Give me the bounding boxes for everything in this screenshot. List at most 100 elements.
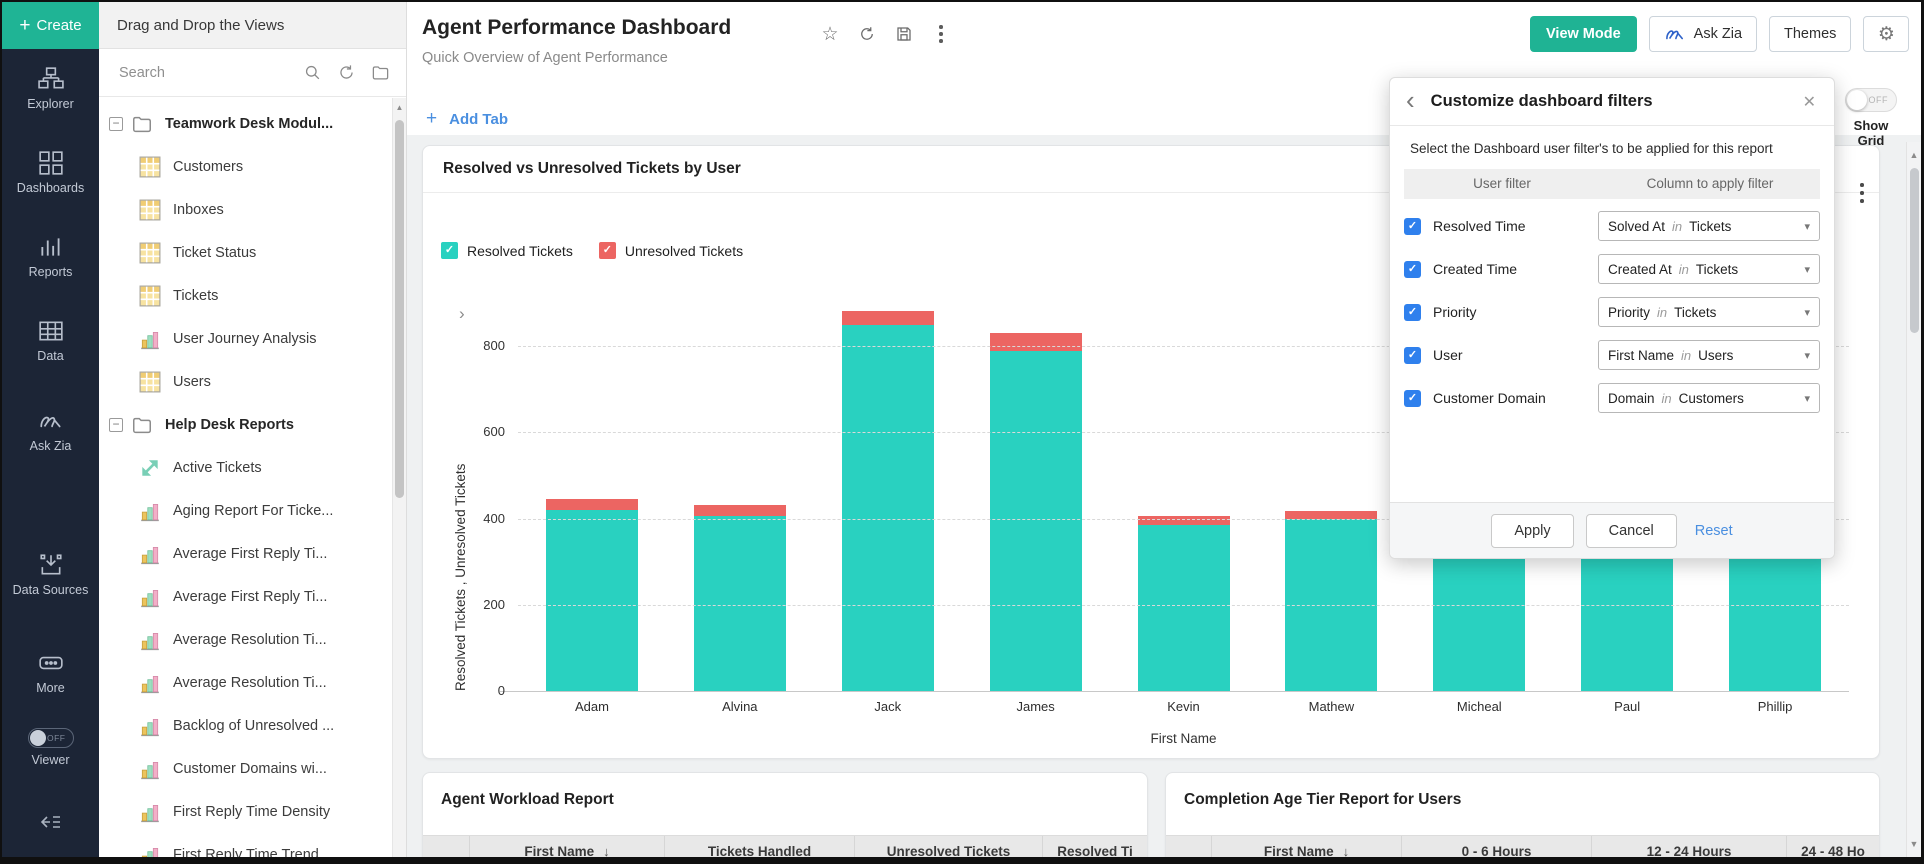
- bar-segment-unresolved[interactable]: [694, 505, 786, 516]
- bar-segment-resolved[interactable]: [546, 510, 638, 691]
- tree-item[interactable]: Tickets: [99, 274, 392, 317]
- bar-kevin[interactable]: [1138, 516, 1230, 691]
- bar-james[interactable]: [990, 333, 1082, 691]
- checkbox-checked[interactable]: ✓: [1404, 390, 1421, 407]
- search-input[interactable]: [117, 64, 288, 82]
- tree-item[interactable]: Active Tickets: [99, 446, 392, 489]
- legend-checkbox[interactable]: ✓: [441, 242, 458, 259]
- column-header-tickets-handled[interactable]: Tickets Handled: [665, 836, 855, 864]
- themes-button[interactable]: Themes: [1769, 16, 1851, 52]
- reset-link[interactable]: Reset: [1695, 523, 1733, 539]
- checkbox-checked[interactable]: ✓: [1404, 218, 1421, 235]
- column-dropdown[interactable]: PriorityinTickets▾: [1598, 297, 1820, 327]
- tree-folder[interactable]: −Teamwork Desk Modul...: [99, 102, 392, 145]
- sidebar-item-data[interactable]: Data: [2, 318, 99, 365]
- sidebar-item-dashboards[interactable]: Dashboards: [2, 150, 99, 197]
- tree-scrollbar[interactable]: ▲: [392, 98, 406, 857]
- tree-item[interactable]: Backlog of Unresolved ...: [99, 704, 392, 747]
- bar-segment-unresolved[interactable]: [546, 499, 638, 510]
- column-dropdown[interactable]: Solved AtinTickets▾: [1598, 211, 1820, 241]
- column-header-first-name[interactable]: First Name↓: [470, 836, 665, 864]
- search-icon[interactable]: [303, 63, 322, 82]
- tree-item[interactable]: Ticket Status: [99, 231, 392, 274]
- apply-button[interactable]: Apply: [1491, 514, 1573, 548]
- bar-segment-resolved[interactable]: [1138, 525, 1230, 691]
- bar-segment-unresolved[interactable]: [990, 333, 1082, 351]
- scroll-down-icon[interactable]: ▼: [1907, 839, 1921, 849]
- main-scrollbar-thumb[interactable]: [1910, 168, 1919, 333]
- bar-jack[interactable]: [842, 311, 934, 691]
- checkbox-checked[interactable]: ✓: [1404, 261, 1421, 278]
- column-dropdown[interactable]: First NameinUsers▾: [1598, 340, 1820, 370]
- tree-item[interactable]: Aging Report For Ticke...: [99, 489, 392, 532]
- bar-segment-unresolved[interactable]: [842, 311, 934, 325]
- tree-item[interactable]: Average Resolution Ti...: [99, 661, 392, 704]
- collapse-node-icon[interactable]: −: [109, 418, 123, 432]
- title-actions: ☆: [820, 24, 951, 44]
- viewer-toggle[interactable]: OFF: [28, 728, 74, 748]
- legend-checkbox[interactable]: ✓: [599, 242, 616, 259]
- sidebar-item-reports[interactable]: Reports: [2, 234, 99, 281]
- scroll-up-icon[interactable]: ▲: [1907, 150, 1921, 160]
- back-chevron-icon[interactable]: ‹: [1406, 90, 1415, 110]
- collapse-sidebar-button[interactable]: [2, 810, 99, 839]
- row-number-column[interactable]: [423, 836, 470, 864]
- tree-item[interactable]: Inboxes: [99, 188, 392, 231]
- row-number-column[interactable]: [1166, 836, 1212, 864]
- show-grid-toggle[interactable]: OFF: [1845, 88, 1897, 112]
- save-icon[interactable]: [894, 24, 914, 44]
- tree-item[interactable]: User Journey Analysis: [99, 317, 392, 360]
- sidebar-item-more[interactable]: More: [2, 650, 99, 697]
- chart-menu-icon[interactable]: [1860, 183, 1864, 203]
- create-button[interactable]: + Create: [2, 2, 99, 49]
- more-options-icon[interactable]: [931, 24, 951, 44]
- axis-expand-icon[interactable]: ›: [459, 304, 465, 324]
- sidebar-item-viewer[interactable]: OFFViewer: [2, 728, 99, 769]
- folder-icon[interactable]: [371, 63, 390, 82]
- tree-item[interactable]: Average First Reply Ti...: [99, 532, 392, 575]
- bar-segment-unresolved[interactable]: [1138, 516, 1230, 525]
- column-dropdown[interactable]: Created AtinTickets▾: [1598, 254, 1820, 284]
- column-header-first-name[interactable]: First Name↓: [1212, 836, 1402, 864]
- checkbox-checked[interactable]: ✓: [1404, 347, 1421, 364]
- bar-mathew[interactable]: [1285, 511, 1377, 691]
- column-header-12-24-hours[interactable]: 12 - 24 Hours: [1592, 836, 1787, 864]
- tree-item[interactable]: Customer Domains wi...: [99, 747, 392, 790]
- cancel-button[interactable]: Cancel: [1586, 514, 1677, 548]
- tree-scrollbar-thumb[interactable]: [395, 120, 404, 498]
- legend-item[interactable]: ✓Unresolved Tickets: [599, 242, 743, 259]
- column-header-24-48-ho[interactable]: 24 - 48 Ho: [1787, 836, 1879, 864]
- tree-item[interactable]: Average Resolution Ti...: [99, 618, 392, 661]
- bar-segment-resolved[interactable]: [990, 351, 1082, 691]
- column-header-0-6-hours[interactable]: 0 - 6 Hours: [1402, 836, 1592, 864]
- tree-folder[interactable]: −Help Desk Reports: [99, 403, 392, 446]
- tree-item[interactable]: Average First Reply Ti...: [99, 575, 392, 618]
- refresh-icon[interactable]: [857, 24, 877, 44]
- scroll-up-icon[interactable]: ▲: [393, 103, 406, 112]
- bar-adam[interactable]: [546, 499, 638, 691]
- sidebar-item-explorer[interactable]: Explorer: [2, 66, 99, 113]
- column-header-unresolved-tickets[interactable]: Unresolved Tickets: [855, 836, 1043, 864]
- collapse-node-icon[interactable]: −: [109, 117, 123, 131]
- sidebar-item-data-sources[interactable]: Data Sources: [2, 552, 99, 599]
- bar-segment-resolved[interactable]: [842, 325, 934, 691]
- tree-item[interactable]: First Reply Time Density: [99, 790, 392, 833]
- add-tab-button[interactable]: + Add Tab: [426, 108, 508, 130]
- column-dropdown[interactable]: DomaininCustomers▾: [1598, 383, 1820, 413]
- tree-item[interactable]: First Reply Time Trend: [99, 833, 392, 857]
- checkbox-checked[interactable]: ✓: [1404, 304, 1421, 321]
- refresh-views-icon[interactable]: [337, 63, 356, 82]
- tree-item[interactable]: Customers: [99, 145, 392, 188]
- settings-button[interactable]: ⚙: [1863, 16, 1909, 52]
- sidebar-item-ask-zia[interactable]: Ask Zia: [2, 408, 99, 455]
- column-header-resolved-ti[interactable]: Resolved Ti: [1043, 836, 1147, 864]
- legend-item[interactable]: ✓Resolved Tickets: [441, 242, 573, 259]
- close-icon[interactable]: ✕: [1801, 90, 1818, 114]
- main-scrollbar[interactable]: ▲ ▼: [1906, 142, 1921, 857]
- tree-item[interactable]: Users: [99, 360, 392, 403]
- ask-zia-button[interactable]: Ask Zia: [1649, 16, 1757, 52]
- favorite-star-icon[interactable]: ☆: [820, 24, 840, 44]
- bar-segment-resolved[interactable]: [694, 516, 786, 691]
- bar-alvina[interactable]: [694, 505, 786, 691]
- view-mode-button[interactable]: View Mode: [1530, 16, 1637, 52]
